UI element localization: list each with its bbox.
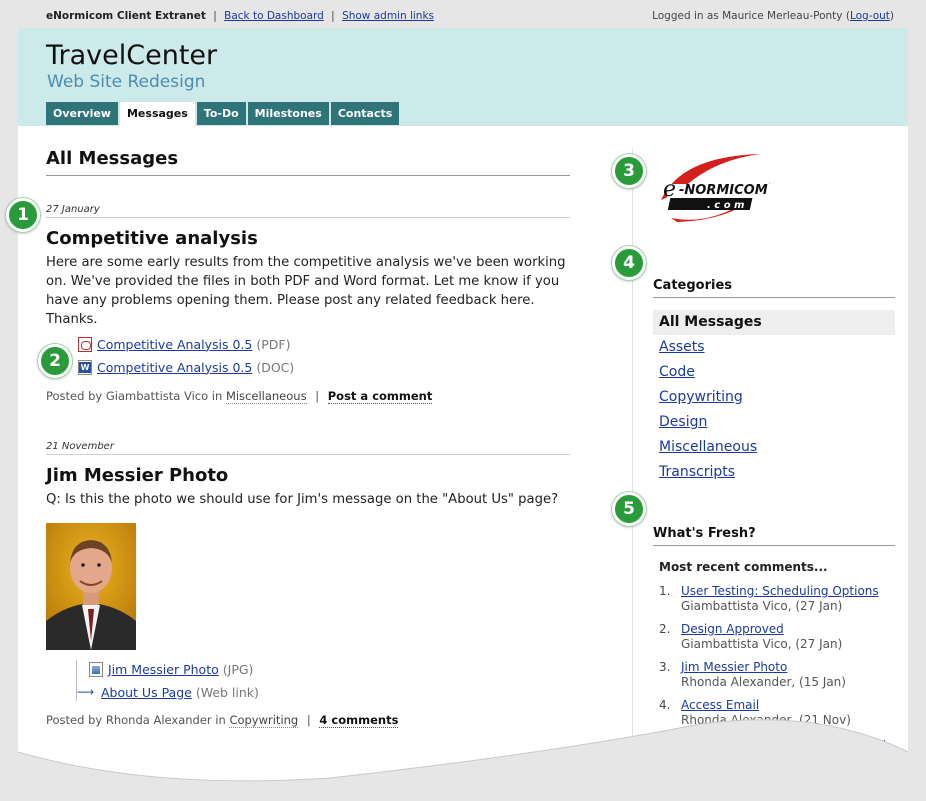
callout-badge-5: 5 (612, 492, 646, 526)
project-subtitle: Web Site Redesign (47, 72, 206, 92)
show-admin-links-link[interactable]: Show admin links (342, 10, 434, 22)
post-date: 27 January (46, 204, 570, 218)
attachment-list: Competitive Analysis 0.5 (PDF) Competiti… (78, 335, 570, 376)
attachment-item: Jim Messier Photo (JPG) (77, 660, 570, 678)
whats-fresh-heading: What's Fresh? (653, 526, 895, 546)
attachment-link[interactable]: Competitive Analysis 0.5 (97, 360, 252, 375)
sidebar: e -NORMICOM . c o m Categories All Messa… (632, 148, 911, 750)
tab-milestones[interactable]: Milestones (247, 102, 329, 125)
post-category-link[interactable]: Miscellaneous (225, 389, 307, 404)
pdf-file-icon (78, 336, 92, 352)
attachment-item: Competitive Analysis 0.5 (DOC) (78, 358, 570, 376)
callout-badge-1: 1 (6, 198, 40, 232)
attachment-link[interactable]: Competitive Analysis 0.5 (97, 337, 252, 352)
post-comment-link[interactable]: Post a comment (327, 389, 433, 404)
logged-in-status: Logged in as Maurice Merleau-Ponty (Log-… (652, 10, 894, 22)
message-post: 27 January Competitive analysis Here are… (46, 204, 570, 404)
category-copywriting[interactable]: Copywriting (653, 385, 895, 410)
logged-in-text: Logged in as Maurice Merleau-Ponty ( (652, 10, 850, 22)
list-item: 1. User Testing: Scheduling Options Giamb… (659, 584, 879, 613)
post-title[interactable]: Jim Messier Photo (46, 465, 570, 486)
arrow-right-icon: ⟶ (77, 685, 95, 699)
category-link[interactable]: Copywriting (659, 389, 743, 405)
tab-overview[interactable]: Overview (46, 102, 118, 125)
top-bar: eNormicom Client Extranet | Back to Dash… (18, 0, 908, 28)
categories-heading: Categories (653, 278, 895, 298)
post-body: Here are some early results from the com… (46, 255, 566, 327)
recent-comment-link[interactable]: Access Email (681, 698, 759, 712)
post-title[interactable]: Competitive analysis (46, 228, 570, 249)
category-code[interactable]: Code (653, 360, 895, 385)
comment-author: Giambattista Vico, (27 Jan) (681, 599, 843, 613)
posted-by: Posted by Giambattista Vico in (46, 389, 223, 403)
post-body: Q: Is this the photo we should use for J… (46, 492, 559, 507)
category-link[interactable]: Assets (659, 339, 705, 355)
list-item: 2. Design Approved Giambattista Vico, (27… (659, 622, 843, 651)
attachment-link[interactable]: Jim Messier Photo (108, 662, 219, 677)
svg-text:-NORMICOM: -NORMICOM (679, 183, 768, 198)
tab-to-do[interactable]: To-Do (196, 102, 246, 125)
tab-contacts[interactable]: Contacts (330, 102, 400, 125)
comments-link[interactable]: 4 comments (319, 713, 399, 728)
post-meta: Posted by Giambattista Vico in Miscellan… (46, 389, 433, 404)
recent-comment-link[interactable]: User Testing: Scheduling Options (681, 584, 879, 598)
list-item: 4. Access Email Rhonda Alexander, (21 Nov… (659, 698, 851, 727)
category-link[interactable]: Design (659, 414, 707, 430)
tab-bar: Overview Messages To-Do Milestones Conta… (46, 102, 401, 126)
recent-comment-link[interactable]: Design Approved (681, 622, 784, 636)
callout-badge-4: 4 (612, 246, 646, 280)
page-title: All Messages (46, 148, 570, 176)
messages-column: All Messages 27 January Competitive anal… (46, 148, 570, 728)
comment-author: Giambattista Vico, (27 Jan) (681, 637, 843, 651)
category-link[interactable]: Code (659, 364, 695, 380)
word-file-icon (78, 359, 92, 375)
post-meta: Posted by Rhonda Alexander in Copywritin… (46, 713, 399, 728)
project-title: TravelCenter (46, 40, 218, 71)
attachment-item: ⟶ About Us Page (Web link) (77, 683, 570, 701)
recent-comments-heading: Most recent comments... (659, 560, 828, 574)
svg-text:e: e (663, 177, 676, 202)
project-header: TravelCenter Web Site Redesign Overview … (18, 28, 908, 126)
jim-messier-photo (46, 523, 136, 650)
svg-text:. c o m: . c o m (707, 200, 744, 211)
attachment-item: Competitive Analysis 0.5 (PDF) (78, 335, 570, 353)
enormicom-logo[interactable]: e -NORMICOM . c o m (651, 148, 781, 228)
attachment-type: (PDF) (256, 336, 291, 352)
tab-messages[interactable]: Messages (119, 102, 195, 126)
top-bar-left: eNormicom Client Extranet | Back to Dash… (46, 10, 435, 22)
category-assets[interactable]: Assets (653, 335, 895, 360)
category-transcripts[interactable]: Transcripts (653, 460, 895, 485)
category-miscellaneous[interactable]: Miscellaneous (653, 435, 895, 460)
category-design[interactable]: Design (653, 410, 895, 435)
attachment-list: Jim Messier Photo (JPG) ⟶ About Us Page … (76, 660, 570, 701)
category-list: All Messages Assets Code Copywriting Des… (653, 310, 895, 485)
callout-badge-2: 2 (38, 344, 72, 378)
list-item: 5. Domains are REALLY pointing now (659, 736, 886, 750)
recent-comment-link[interactable]: Jim Messier Photo (681, 660, 787, 674)
post-date: 21 November (46, 441, 570, 455)
logout-link[interactable]: Log-out (850, 10, 890, 22)
category-all-messages[interactable]: All Messages (653, 310, 895, 335)
comment-author: Rhonda Alexander, (21 Nov) (681, 713, 851, 727)
posted-by: Posted by Rhonda Alexander in (46, 713, 226, 727)
list-item: 3. Jim Messier Photo Rhonda Alexander, (1… (659, 660, 846, 689)
app-name: eNormicom Client Extranet (46, 10, 206, 22)
back-to-dashboard-link[interactable]: Back to Dashboard (224, 10, 324, 22)
comment-author: Rhonda Alexander, (15 Jan) (681, 675, 846, 689)
attachment-link[interactable]: About Us Page (101, 685, 192, 700)
attachment-type: (JPG) (222, 661, 254, 677)
post-category-link[interactable]: Copywriting (229, 713, 299, 728)
recent-comment-link[interactable]: Domains are REALLY pointing now (681, 736, 886, 750)
category-link[interactable]: Miscellaneous (659, 439, 757, 455)
attachment-type: (Web link) (195, 684, 259, 700)
page-sheet: TravelCenter Web Site Redesign Overview … (18, 28, 908, 798)
recent-comments-list: 1. User Testing: Scheduling Options Giamb… (659, 584, 895, 759)
attachment-type: (DOC) (256, 359, 295, 375)
category-link[interactable]: Transcripts (659, 464, 735, 480)
message-post: 21 November Jim Messier Photo Q: Is this… (46, 441, 570, 728)
callout-badge-3: 3 (612, 154, 646, 188)
image-file-icon (89, 661, 103, 677)
